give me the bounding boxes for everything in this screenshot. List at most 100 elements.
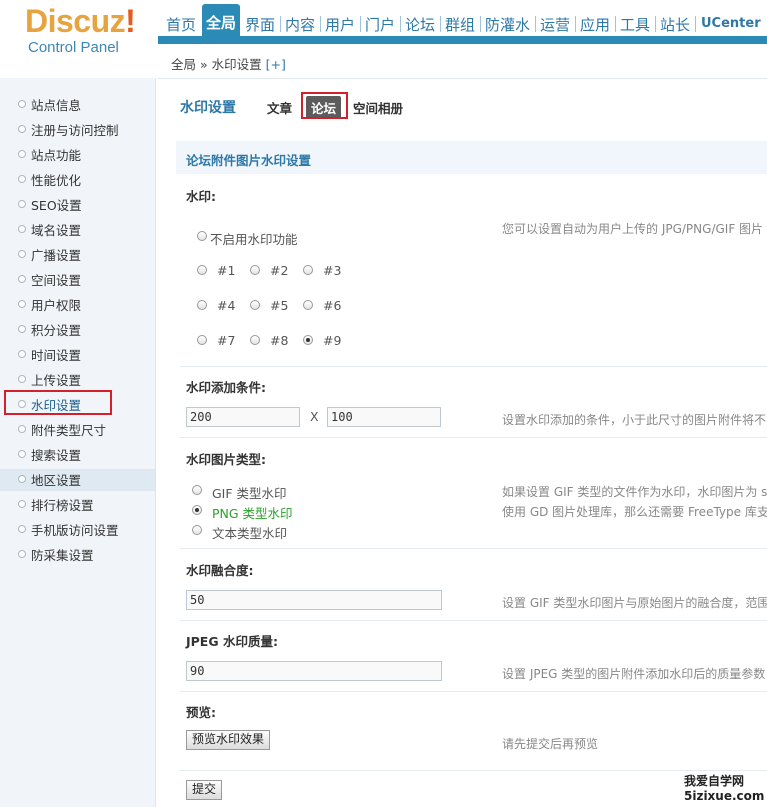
blend-input[interactable]: 50: [186, 590, 442, 610]
tab-highlight-box: [301, 92, 348, 119]
nav-forum[interactable]: 论坛: [405, 14, 435, 36]
bullet-icon: [18, 300, 26, 308]
row-divider: [180, 548, 767, 549]
position-radio-2[interactable]: [250, 265, 260, 275]
preview-hint: 请先提交后再预览: [502, 737, 599, 751]
row-divider: [180, 770, 767, 771]
nav-webmaster[interactable]: 站长: [660, 14, 690, 36]
row-divider: [180, 437, 767, 438]
row-divider: [180, 620, 767, 621]
type-label-png: PNG 类型水印: [212, 506, 293, 521]
bullet-icon: [18, 325, 26, 333]
page-title: 水印设置: [180, 100, 236, 116]
bullet-icon: [18, 425, 26, 433]
top-nav-bar: [158, 36, 767, 44]
condition-x-label: X: [310, 409, 319, 424]
bullet-icon: [18, 200, 26, 208]
type-radio-gif[interactable]: [192, 485, 202, 495]
sidebar: 站点信息 注册与访问控制 站点功能 性能优化 SEO设置 域名设置 广播设置 空…: [0, 78, 156, 807]
bullet-icon: [18, 475, 26, 483]
bullet-icon: [18, 100, 26, 108]
bullet-icon: [18, 250, 26, 258]
bullet-icon: [18, 525, 26, 533]
logo-subtitle: Control Panel: [28, 39, 119, 56]
bullet-icon: [18, 350, 26, 358]
nav-groups[interactable]: 群组: [445, 14, 475, 36]
breadcrumb: 全局 » 水印设置 [+]: [158, 44, 767, 79]
row-divider: [180, 691, 767, 692]
nav-apps[interactable]: 应用: [580, 14, 610, 36]
position-label-6: #6: [323, 298, 342, 313]
bullet-icon: [18, 150, 26, 158]
bullet-icon: [18, 500, 26, 508]
submit-button[interactable]: 提交: [186, 780, 222, 800]
jpeg-quality-label: JPEG 水印质量:: [186, 634, 278, 649]
nav-interface[interactable]: 界面: [245, 14, 275, 36]
nav-separator: [655, 16, 656, 32]
preview-label: 预览:: [186, 705, 216, 720]
site-watermark-text: 我爱自学网: [684, 774, 745, 788]
watermark-label: 水印:: [186, 189, 216, 204]
bullet-icon: [18, 550, 26, 558]
nav-separator: [615, 16, 616, 32]
nav-separator: [535, 16, 536, 32]
position-label-1: #1: [217, 263, 236, 278]
tab-space-album[interactable]: 空间相册: [353, 98, 403, 117]
nav-separator: [440, 16, 441, 32]
preview-button[interactable]: 预览水印效果: [186, 730, 270, 750]
position-radio-3[interactable]: [303, 265, 313, 275]
bullet-icon: [18, 375, 26, 383]
top-nav: 首页 全局 界面 内容 用户 门户 论坛 群组 防灌水 运营 应用 工具 站长 …: [158, 0, 767, 44]
site-watermark-url: 5izixue.com: [684, 789, 765, 803]
breadcrumb-add-button[interactable]: [+]: [266, 57, 286, 72]
position-radio-9[interactable]: [303, 335, 313, 345]
sidebar-highlight-box: [4, 390, 112, 415]
nav-users[interactable]: 用户: [325, 14, 355, 36]
type-radio-png[interactable]: [192, 505, 202, 515]
jpeg-quality-hint: 设置 JPEG 类型的图片附件添加水印后的质量参数: [502, 667, 766, 681]
nav-separator: [575, 16, 576, 32]
row-divider: [180, 366, 767, 367]
breadcrumb-path[interactable]: 全局 » 水印设置: [171, 57, 262, 72]
position-label-4: #4: [217, 298, 236, 313]
image-type-hint-2: 使用 GD 图片处理库，那么还需要 FreeType 库支: [502, 505, 767, 519]
jpeg-quality-input[interactable]: 90: [186, 661, 442, 681]
nav-operations[interactable]: 运营: [540, 14, 570, 36]
type-label-gif: GIF 类型水印: [212, 486, 287, 501]
watermark-hint: 您可以设置自动为用户上传的 JPG/PNG/GIF 图片: [502, 222, 764, 236]
nav-separator: [360, 16, 361, 32]
position-radio-5[interactable]: [250, 300, 260, 310]
position-label-3: #3: [323, 263, 342, 278]
position-radio-7[interactable]: [197, 335, 207, 345]
nav-separator: [480, 16, 481, 32]
position-radio-1[interactable]: [197, 265, 207, 275]
position-radio-8[interactable]: [250, 335, 260, 345]
nav-global[interactable]: 全局: [202, 4, 240, 44]
nav-separator: [695, 16, 696, 32]
nav-home[interactable]: 首页: [166, 14, 196, 36]
bullet-icon: [18, 125, 26, 133]
tab-article[interactable]: 文章: [267, 98, 292, 117]
condition-label: 水印添加条件:: [186, 380, 266, 395]
position-label-5: #5: [270, 298, 289, 313]
blend-hint: 设置 GIF 类型水印图片与原始图片的融合度，范围: [502, 596, 767, 610]
position-radio-6[interactable]: [303, 300, 313, 310]
nav-antispam[interactable]: 防灌水: [485, 14, 530, 36]
watermark-disable-label: 不启用水印功能: [210, 232, 298, 247]
nav-ucenter[interactable]: UCenter: [701, 16, 761, 38]
main-content: 水印设置 文章 论坛 空间相册 论坛附件图片水印设置 水印: 您可以设置自动为用…: [158, 79, 767, 807]
bullet-icon: [18, 450, 26, 458]
bullet-icon: [18, 225, 26, 233]
type-radio-text[interactable]: [192, 525, 202, 535]
watermark-disable-radio[interactable]: [197, 231, 207, 241]
bullet-icon: [18, 275, 26, 283]
image-type-hint-1: 如果设置 GIF 类型的文件作为水印，水印图片为 s: [502, 485, 767, 499]
condition-width-input[interactable]: 200: [186, 407, 300, 427]
logo-text: Discuz!: [25, 3, 136, 39]
nav-tools[interactable]: 工具: [620, 14, 650, 36]
position-radio-4[interactable]: [197, 300, 207, 310]
condition-hint: 设置水印添加的条件，小于此尺寸的图片附件将不: [502, 413, 767, 427]
condition-height-input[interactable]: 100: [327, 407, 441, 427]
nav-content[interactable]: 内容: [285, 14, 315, 36]
nav-portal[interactable]: 门户: [365, 14, 395, 36]
